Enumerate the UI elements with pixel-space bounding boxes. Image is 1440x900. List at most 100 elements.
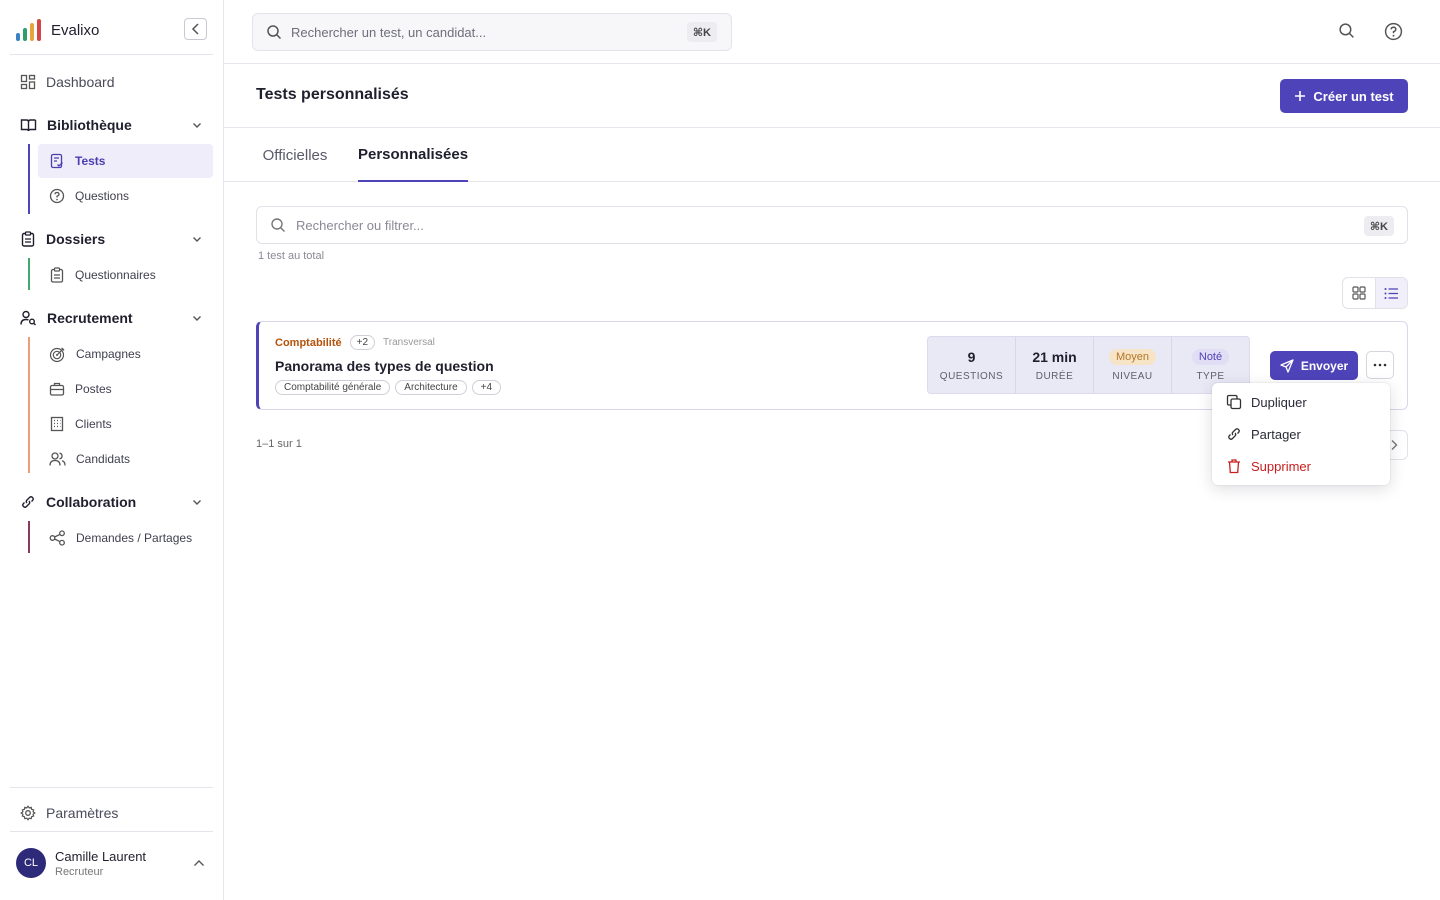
building-icon bbox=[50, 416, 64, 432]
sidebar-item-postes[interactable]: Postes bbox=[38, 372, 213, 406]
level-badge: Moyen bbox=[1108, 348, 1157, 365]
tag-list: Comptabilité générale Architecture +4 bbox=[275, 380, 502, 395]
section-rail bbox=[28, 258, 30, 290]
search-icon bbox=[267, 25, 282, 40]
dossiers-items: Questionnaires bbox=[28, 258, 213, 293]
section-rail bbox=[28, 521, 30, 553]
test-title: Panorama des types de question bbox=[275, 358, 494, 374]
brand[interactable]: Evalixo bbox=[16, 16, 99, 44]
more-actions-button[interactable] bbox=[1366, 351, 1394, 379]
menu-item-partager[interactable]: Partager bbox=[1212, 418, 1390, 450]
send-label: Envoyer bbox=[1300, 358, 1349, 373]
menu-item-label: Dupliquer bbox=[1251, 394, 1307, 410]
sidebar-item-questionnaires[interactable]: Questionnaires bbox=[38, 258, 213, 292]
filter-placeholder: Rechercher ou filtrer... bbox=[296, 217, 424, 233]
tab-officielles[interactable]: Officielles bbox=[256, 128, 334, 182]
tag: Comptabilité générale bbox=[275, 380, 391, 395]
stat-value: 21 min bbox=[1032, 348, 1077, 365]
search-icon bbox=[271, 218, 285, 232]
tag-more: +4 bbox=[471, 380, 502, 395]
section-label: Collaboration bbox=[46, 494, 137, 510]
sidebar-item-label: Paramètres bbox=[46, 805, 119, 821]
sidebar-item-label: Campagnes bbox=[76, 347, 141, 361]
help-icon[interactable] bbox=[1384, 22, 1403, 41]
section-recrutement[interactable]: Recrutement bbox=[10, 302, 213, 334]
share-icon bbox=[49, 530, 65, 546]
topbar: Rechercher un test, un candidat... ⌘K bbox=[224, 0, 1440, 64]
chevron-right-icon bbox=[1391, 440, 1398, 450]
clipboard-icon bbox=[50, 267, 64, 283]
gear-icon bbox=[20, 805, 36, 821]
sidebar-item-clients[interactable]: Clients bbox=[38, 407, 213, 441]
stat-label: QUESTIONS bbox=[939, 370, 1004, 382]
tag: Architecture bbox=[395, 380, 467, 395]
user-role: Recruteur bbox=[55, 865, 104, 878]
link-icon bbox=[1228, 428, 1240, 440]
collaboration-items: Demandes / Partages bbox=[28, 521, 213, 556]
user-name: Camille Laurent bbox=[55, 848, 147, 864]
grid-icon bbox=[1352, 286, 1366, 300]
section-collaboration[interactable]: Collaboration bbox=[10, 486, 213, 518]
sidebar-item-label: Questionnaires bbox=[75, 268, 156, 282]
tabs: Officielles Personnalisées bbox=[224, 128, 1440, 182]
sidebar-item-demandes-partages[interactable]: Demandes / Partages bbox=[38, 521, 213, 555]
send-button[interactable]: Envoyer bbox=[1270, 351, 1358, 380]
section-dossiers[interactable]: Dossiers bbox=[10, 223, 213, 255]
book-icon bbox=[20, 119, 37, 132]
chevron-down-icon bbox=[193, 123, 201, 128]
sidebar-item-label: Tests bbox=[75, 154, 106, 168]
more-horizontal-icon bbox=[1373, 363, 1387, 367]
stat-label: TYPE bbox=[1196, 370, 1225, 382]
section-label: Recrutement bbox=[47, 310, 133, 326]
scope-label: Transversal bbox=[383, 337, 435, 348]
grid-view-button[interactable] bbox=[1343, 278, 1375, 308]
stat-label: DURÉE bbox=[1035, 370, 1074, 382]
section-label: Dossiers bbox=[46, 231, 106, 247]
create-test-button[interactable]: Créer un test bbox=[1280, 79, 1408, 113]
pagination-info: 1–1 sur 1 bbox=[256, 438, 302, 450]
sidebar-divider bbox=[10, 831, 213, 832]
section-rail bbox=[28, 337, 30, 473]
clipboard-icon bbox=[21, 231, 35, 247]
sidebar-item-questions[interactable]: Questions bbox=[38, 179, 213, 213]
type-badge: Noté bbox=[1191, 348, 1230, 365]
page-title: Tests personnalisés bbox=[256, 86, 409, 103]
search-icon[interactable] bbox=[1338, 22, 1355, 39]
stat-value: 9 bbox=[967, 348, 976, 365]
actions-dropdown: Dupliquer Partager Supprimer bbox=[1212, 383, 1390, 485]
sidebar-item-dashboard[interactable]: Dashboard bbox=[10, 66, 213, 98]
sidebar-item-tests[interactable]: Tests bbox=[38, 144, 213, 178]
stat-label: NIVEAU bbox=[1112, 370, 1153, 382]
stat-level: Moyen NIVEAU bbox=[1094, 337, 1172, 393]
category-more-badge: +2 bbox=[349, 335, 376, 350]
sidebar-item-settings[interactable]: Paramètres bbox=[10, 797, 213, 829]
sidebar-item-campagnes[interactable]: Campagnes bbox=[38, 337, 213, 371]
question-icon bbox=[49, 188, 65, 204]
filter-search-input[interactable]: Rechercher ou filtrer... ⌘K bbox=[256, 206, 1408, 244]
user-menu[interactable]: CL Camille Laurent Recruteur bbox=[16, 845, 212, 881]
users-icon bbox=[49, 452, 66, 466]
section-bibliotheque[interactable]: Bibliothèque bbox=[10, 109, 213, 141]
menu-item-supprimer[interactable]: Supprimer bbox=[1212, 450, 1390, 482]
sidebar-item-candidats[interactable]: Candidats bbox=[38, 442, 213, 476]
plus-icon bbox=[1295, 91, 1306, 101]
avatar: CL bbox=[16, 848, 46, 878]
test-list-icon bbox=[50, 153, 63, 169]
tab-personnalisees[interactable]: Personnalisées bbox=[358, 128, 468, 182]
menu-item-dupliquer[interactable]: Dupliquer bbox=[1212, 386, 1390, 418]
sidebar-divider bbox=[10, 54, 213, 55]
stat-duration: 21 min DURÉE bbox=[1016, 337, 1094, 393]
recrutement-items: Campagnes Postes Clients Candidats bbox=[28, 337, 213, 477]
shortcut-badge: ⌘K bbox=[686, 22, 717, 42]
category-label: Comptabilité bbox=[275, 336, 342, 349]
trash-icon bbox=[1228, 459, 1240, 474]
target-icon bbox=[49, 347, 65, 362]
global-search-input[interactable]: Rechercher un test, un candidat... ⌘K bbox=[252, 13, 732, 51]
collapse-sidebar-button[interactable] bbox=[184, 18, 207, 40]
chevron-down-icon bbox=[193, 237, 201, 242]
briefcase-icon bbox=[49, 382, 65, 396]
brand-logo-icon bbox=[16, 19, 41, 41]
menu-item-label: Partager bbox=[1251, 426, 1301, 442]
list-view-button[interactable] bbox=[1374, 278, 1407, 308]
results-count: 1 test au total bbox=[258, 250, 325, 262]
